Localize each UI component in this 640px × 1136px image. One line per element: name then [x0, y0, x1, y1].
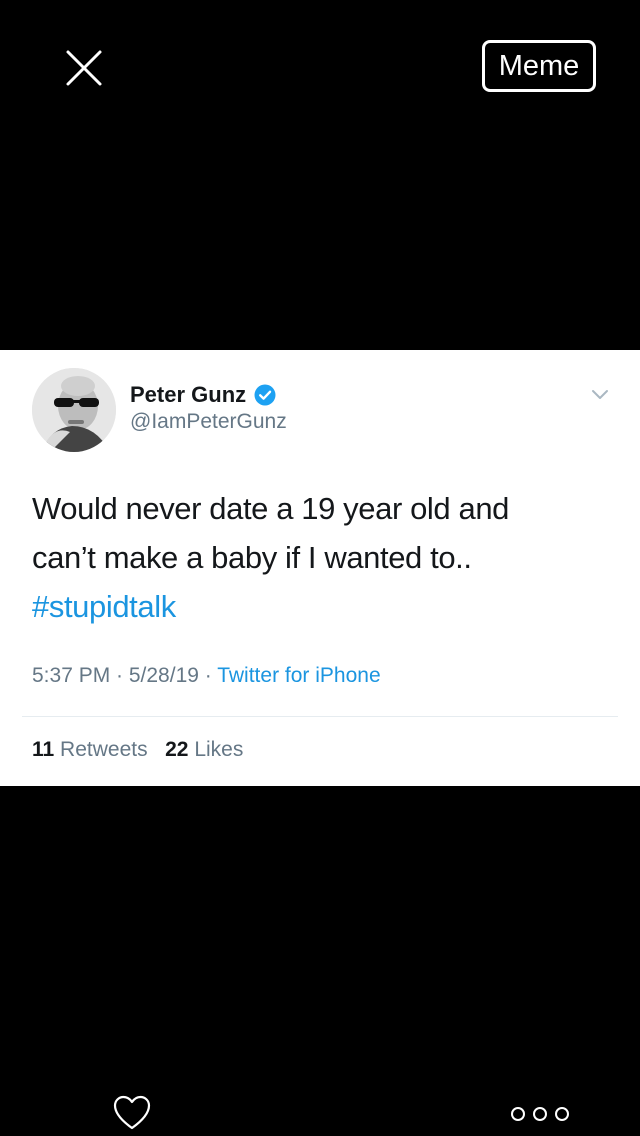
likes-count: 22: [165, 738, 189, 761]
retweets-label: Retweets: [60, 738, 148, 761]
like-button[interactable]: [112, 1094, 152, 1132]
tweet-card: Peter Gunz @IamPeterGunz Would never dat…: [0, 350, 640, 786]
heart-icon: [113, 1095, 151, 1130]
hashtag-link[interactable]: #stupidtalk: [32, 582, 612, 631]
screen: Meme Peter Gunz @IamPeterGunz Would neve…: [0, 0, 640, 1136]
tweet-timestamp: 5:37 PM · 5/28/19 ·: [32, 664, 218, 687]
retweets-count: 11: [32, 738, 55, 761]
tweet-text-line: Would never date a 19 year old and: [32, 491, 509, 526]
likes-label: Likes: [194, 738, 244, 761]
retweets-stat[interactable]: 11 Retweets: [32, 738, 153, 761]
tweet-source-link[interactable]: Twitter for iPhone: [217, 664, 380, 687]
likes-stat[interactable]: 22 Likes: [165, 738, 243, 761]
handle[interactable]: @IamPeterGunz: [130, 410, 287, 434]
display-name[interactable]: Peter Gunz: [130, 382, 246, 408]
author-row: Peter Gunz: [130, 380, 276, 410]
meme-button[interactable]: Meme: [482, 40, 596, 92]
tweet-meta: 5:37 PM · 5/28/19 · Twitter for iPhone: [32, 664, 381, 688]
divider: [22, 716, 618, 717]
avatar-image: [32, 368, 116, 452]
close-icon: [66, 50, 102, 86]
tweet-stats: 11 Retweets 22 Likes: [32, 738, 243, 762]
tweet-text-line: can’t make a baby if I wanted to..: [32, 540, 472, 575]
tweet-options-button[interactable]: [590, 388, 610, 402]
more-icon: [511, 1107, 569, 1121]
verified-badge-icon: [254, 384, 276, 406]
tweet-text: Would never date a 19 year old and can’t…: [32, 484, 612, 631]
avatar[interactable]: [32, 368, 116, 452]
more-options-button[interactable]: [508, 1104, 572, 1124]
chevron-down-icon: [592, 390, 608, 399]
close-button[interactable]: [60, 44, 108, 92]
